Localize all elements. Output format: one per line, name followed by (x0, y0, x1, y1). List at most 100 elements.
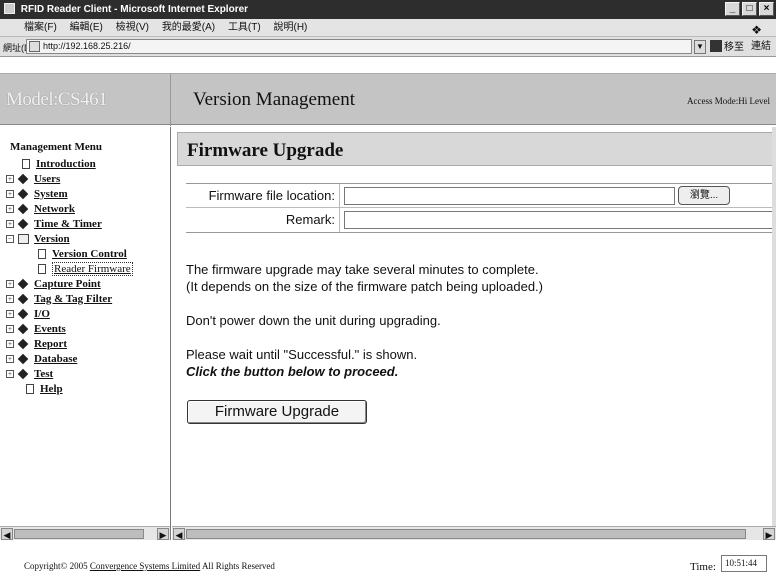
document-icon (26, 383, 34, 394)
menu-tools[interactable]: 工具(T) (228, 22, 261, 33)
sidebar-item-users[interactable]: + Users (6, 171, 133, 186)
minimize-button[interactable]: _ (725, 2, 740, 16)
expand-plus-icon[interactable]: + (6, 174, 14, 183)
maximize-button[interactable]: □ (742, 2, 757, 16)
firmware-upgrade-button[interactable]: Firmware Upgrade (187, 400, 367, 424)
expand-plus-icon[interactable]: + (6, 309, 14, 318)
menu-tree: Introduction + Users + System + Network … (6, 156, 133, 396)
document-icon (38, 248, 46, 259)
scroll-thumb[interactable] (14, 529, 144, 539)
expand-plus-icon[interactable]: + (6, 354, 14, 363)
address-input[interactable]: http://192.168.25.216/ (26, 39, 692, 54)
sidebar-item-label[interactable]: Network (34, 203, 75, 215)
sidebar-item-label[interactable]: Time & Timer (34, 218, 102, 230)
content-horizontal-scrollbar[interactable]: ◀ ▶ (172, 526, 776, 540)
sidebar-item-report[interactable]: + Report (6, 336, 133, 351)
firmware-file-row: Firmware file location: 瀏覽... (186, 184, 776, 208)
window-title: RFID Reader Client - Microsoft Internet … (20, 4, 249, 15)
sidebar-item-label[interactable]: Users (34, 173, 60, 185)
scroll-right-icon[interactable]: ▶ (157, 528, 169, 540)
address-dropdown-icon[interactable]: ▼ (694, 40, 706, 54)
expand-plus-icon[interactable]: + (6, 369, 14, 378)
sidebar-item-help[interactable]: Help (26, 381, 133, 396)
sidebar-item-label[interactable]: Events (34, 323, 66, 335)
expand-plus-icon[interactable]: + (6, 324, 14, 333)
links-button[interactable]: 連結 (751, 40, 771, 54)
sidebar-item-events[interactable]: + Events (6, 321, 133, 336)
content-frame: Firmware Upgrade Firmware file location:… (172, 127, 776, 540)
menu-favorites[interactable]: 我的最愛(A) (162, 22, 215, 33)
sidebar-item-version-control[interactable]: Version Control (38, 246, 133, 261)
menu-view[interactable]: 檢視(V) (116, 22, 149, 33)
scroll-thumb[interactable] (186, 529, 746, 539)
sidebar-item-label[interactable]: Database (34, 353, 77, 365)
sidebar-item-time-timer[interactable]: + Time & Timer (6, 216, 133, 231)
browse-button[interactable]: 瀏覽... (678, 186, 730, 205)
time-label: Time: (690, 561, 716, 573)
address-bar: 網址(D) http://192.168.25.216/ ▼ 移至 連結 (0, 37, 776, 57)
sidebar-item-io[interactable]: + I/O (6, 306, 133, 321)
expand-plus-icon[interactable]: + (6, 339, 14, 348)
sidebar-item-label[interactable]: Report (34, 338, 67, 350)
sidebar-item-label[interactable]: Version (34, 233, 70, 245)
collapse-minus-icon[interactable]: − (6, 234, 14, 243)
model-label: Model:CS461 (6, 89, 108, 110)
sidebar-item-system[interactable]: + System (6, 186, 133, 201)
expand-plus-icon[interactable]: + (6, 279, 14, 288)
sidebar-item-version[interactable]: − Version (6, 231, 133, 246)
expand-plus-icon[interactable]: + (6, 204, 14, 213)
scroll-right-icon[interactable]: ▶ (763, 528, 775, 540)
power-warning-text: Don't power down the unit during upgradi… (186, 313, 441, 328)
sidebar-item-test[interactable]: + Test (6, 366, 133, 381)
menu-horizontal-scrollbar[interactable]: ◀ ▶ (0, 526, 170, 540)
scroll-left-icon[interactable]: ◀ (1, 528, 13, 540)
open-book-icon (18, 233, 29, 244)
scroll-left-icon[interactable]: ◀ (173, 528, 185, 540)
page-footer: Copyright© 2005 Convergence Systems Limi… (0, 541, 776, 581)
book-icon (17, 353, 29, 364)
sidebar-item-label[interactable]: Capture Point (34, 278, 101, 290)
time-display: 10:51:44 (721, 555, 767, 572)
window-controls: _ □ × (725, 2, 774, 16)
sidebar-item-label[interactable]: Tag & Tag Filter (34, 293, 112, 305)
close-button[interactable]: × (759, 2, 774, 16)
go-label: 移至 (724, 42, 744, 53)
remark-label: Remark: (186, 208, 340, 232)
book-icon (17, 338, 29, 349)
page-header: Model:CS461 Version Management Access Mo… (0, 73, 776, 126)
firmware-file-input[interactable] (344, 187, 675, 205)
remark-input[interactable] (344, 211, 776, 229)
upgrade-size-note: (It depends on the size of the firmware … (186, 279, 543, 294)
sidebar-item-capture-point[interactable]: + Capture Point (6, 276, 133, 291)
go-button[interactable]: 移至 (710, 40, 744, 54)
proceed-instruction-text: Click the button below to proceed. (186, 364, 399, 379)
book-icon (17, 308, 29, 319)
menu-help[interactable]: 說明(H) (274, 22, 308, 33)
expand-plus-icon[interactable]: + (6, 219, 14, 228)
sidebar-item-introduction[interactable]: Introduction (22, 156, 133, 171)
sidebar-item-label[interactable]: I/O (34, 308, 50, 320)
sidebar-item-tag-filter[interactable]: + Tag & Tag Filter (6, 291, 133, 306)
menu-file[interactable]: 檔案(F) (24, 22, 57, 33)
sidebar-item-network[interactable]: + Network (6, 201, 133, 216)
menu-edit[interactable]: 編輯(E) (70, 22, 103, 33)
expand-plus-icon[interactable]: + (6, 189, 14, 198)
sidebar-item-reader-firmware[interactable]: Reader Firmware (38, 261, 133, 276)
sidebar-item-database[interactable]: + Database (6, 351, 133, 366)
sidebar-item-label[interactable]: Reader Firmware (52, 261, 133, 276)
document-icon (22, 158, 30, 169)
firmware-file-label: Firmware file location: (186, 184, 340, 208)
expand-plus-icon[interactable]: + (6, 294, 14, 303)
copyright-notice: Copyright© 2005 Convergence Systems Limi… (24, 561, 275, 571)
browser-menu-bar: 檔案(F) 編輯(E) 檢視(V) 我的最愛(A) 工具(T) 說明(H) ❖ (0, 19, 776, 37)
sidebar-item-label[interactable]: Version Control (52, 248, 127, 260)
sidebar-item-label[interactable]: Introduction (36, 158, 96, 170)
section-title: Firmware Upgrade (187, 140, 344, 161)
content-vertical-scrollbar[interactable] (772, 127, 776, 527)
sidebar-item-label[interactable]: System (34, 188, 68, 200)
company-link[interactable]: Convergence Systems Limited (90, 561, 200, 571)
book-icon (17, 218, 29, 229)
sidebar-item-label[interactable]: Test (34, 368, 53, 380)
sidebar-item-label[interactable]: Help (40, 383, 63, 395)
document-icon (38, 263, 46, 274)
